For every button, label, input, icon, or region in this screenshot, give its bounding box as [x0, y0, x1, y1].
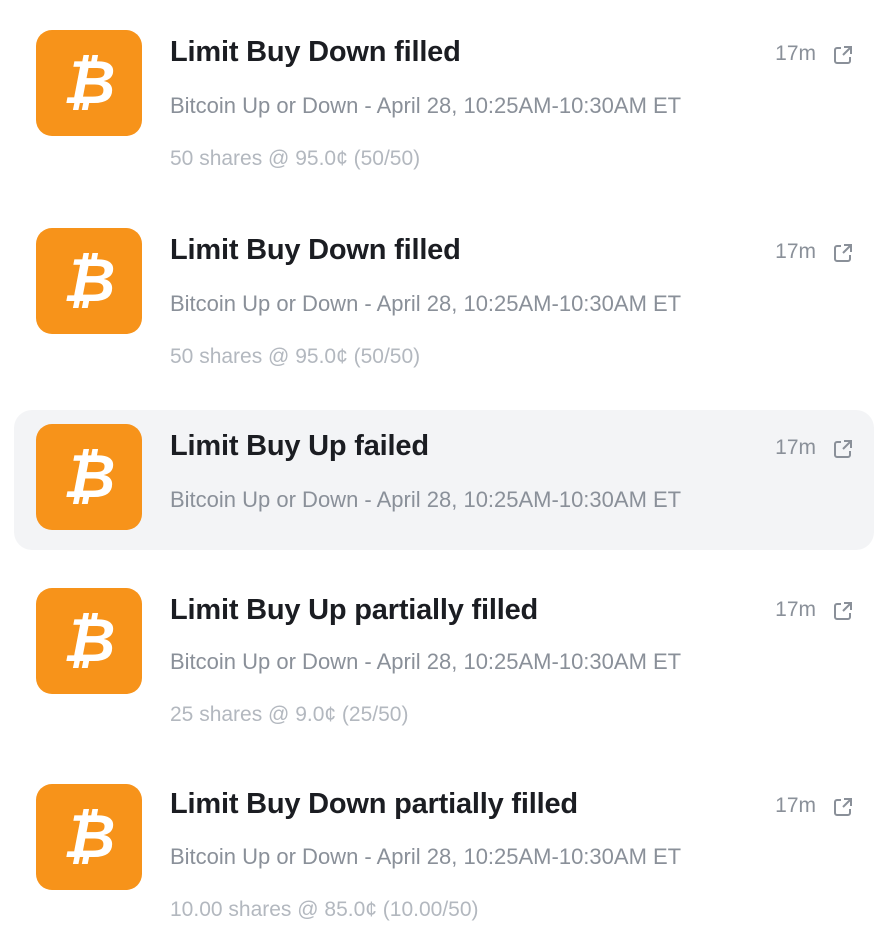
external-link-icon[interactable] [832, 44, 854, 66]
notification-title: Limit Buy Down filled [170, 36, 461, 68]
external-link-icon[interactable] [832, 796, 854, 818]
timestamp: 17m [775, 794, 816, 817]
bitcoin-icon: ₿ [36, 228, 142, 334]
timestamp: 17m [775, 598, 816, 621]
market-name: Bitcoin Up or Down - April 28, 10:25AM-1… [170, 649, 682, 674]
market-name: Bitcoin Up or Down - April 28, 10:25AM-1… [170, 844, 682, 869]
fill-detail: 50 shares @ 95.0¢ (50/50) [170, 345, 421, 368]
notification-title: Limit Buy Down filled [170, 234, 461, 266]
fill-detail: 10.00 shares @ 85.0¢ (10.00/50) [170, 898, 479, 921]
market-name: Bitcoin Up or Down - April 28, 10:25AM-1… [170, 487, 682, 512]
svg-text:₿: ₿ [63, 442, 116, 512]
svg-text:₿: ₿ [63, 606, 116, 676]
notification-title: Limit Buy Up failed [170, 430, 429, 462]
svg-text:₿: ₿ [63, 802, 116, 872]
fill-detail: 50 shares @ 95.0¢ (50/50) [170, 147, 421, 170]
timestamp: 17m [775, 240, 816, 263]
notification-title: Limit Buy Down partially filled [170, 788, 578, 820]
bitcoin-icon: ₿ [36, 588, 142, 694]
external-link-icon[interactable] [832, 600, 854, 622]
notification-item[interactable]: ₿ Limit Buy Up failed Bitcoin Up or Down… [14, 410, 874, 550]
svg-text:₿: ₿ [63, 246, 116, 316]
external-link-icon[interactable] [832, 242, 854, 264]
timestamp: 17m [775, 436, 816, 459]
bitcoin-icon: ₿ [36, 30, 142, 136]
market-name: Bitcoin Up or Down - April 28, 10:25AM-1… [170, 93, 682, 118]
timestamp: 17m [775, 42, 816, 65]
bitcoin-icon: ₿ [36, 784, 142, 890]
notification-item[interactable]: ₿ Limit Buy Down filled Bitcoin Up or Do… [14, 14, 874, 196]
external-link-icon[interactable] [832, 438, 854, 460]
notification-title: Limit Buy Up partially filled [170, 594, 539, 626]
bitcoin-icon: ₿ [36, 424, 142, 530]
svg-text:₿: ₿ [63, 48, 116, 118]
notification-item[interactable]: ₿ Limit Buy Down partially filled Bitcoi… [14, 768, 874, 946]
market-name: Bitcoin Up or Down - April 28, 10:25AM-1… [170, 291, 682, 316]
fill-detail: 25 shares @ 9.0¢ (25/50) [170, 703, 409, 726]
notification-item[interactable]: ₿ Limit Buy Down filled Bitcoin Up or Do… [14, 212, 874, 394]
notification-item[interactable]: ₿ Limit Buy Up partially filled Bitcoin … [14, 572, 874, 754]
